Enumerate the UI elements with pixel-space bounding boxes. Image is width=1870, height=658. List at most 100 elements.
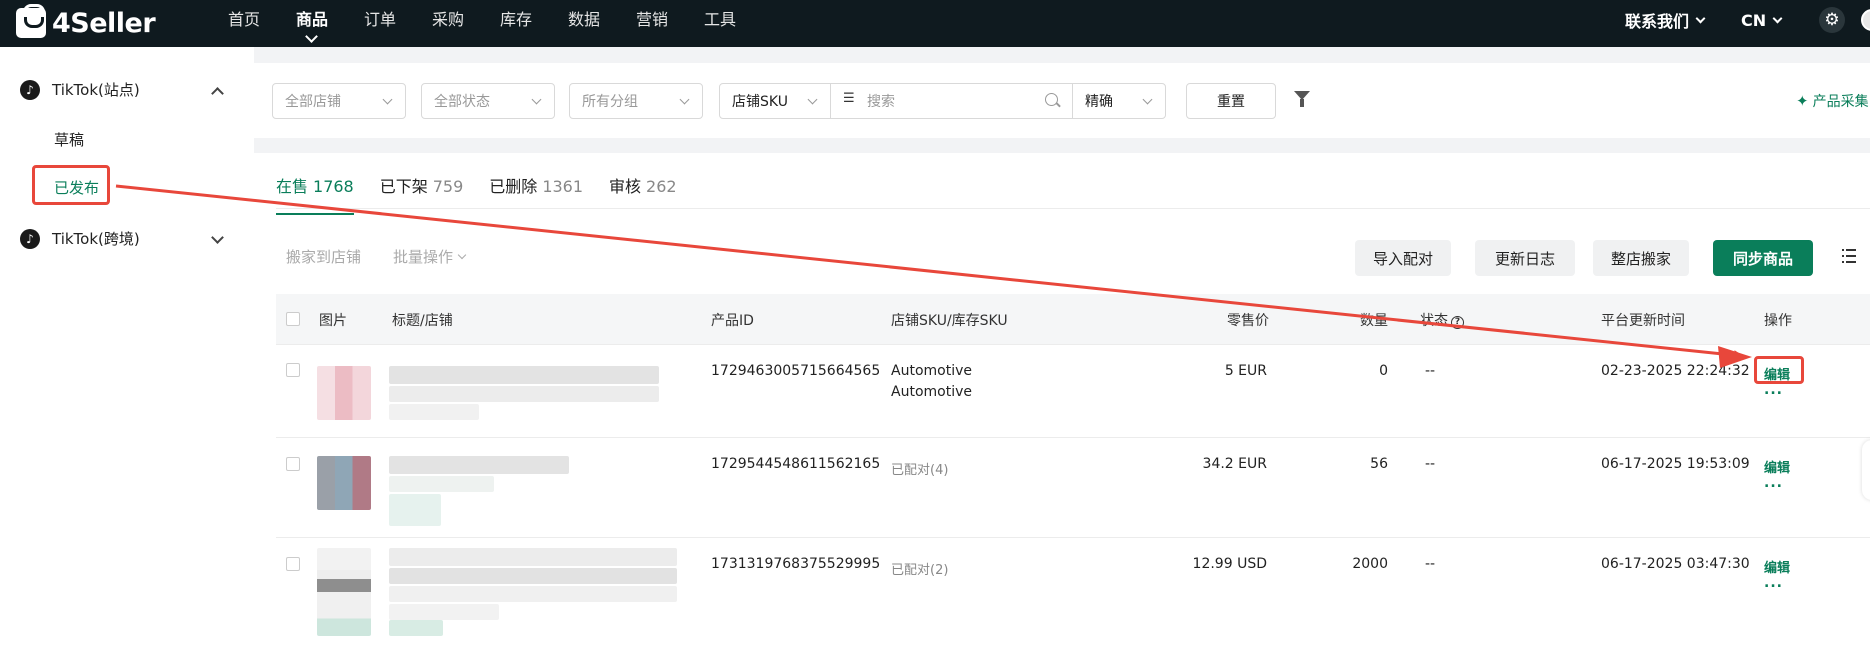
nav-home[interactable]: 首页 <box>210 0 278 47</box>
more-actions[interactable]: ... <box>1764 575 1783 591</box>
sidebar-group-tiktok-crossborder[interactable]: ♪ TikTok(跨境) <box>20 228 140 249</box>
qty-value: 0 <box>1379 363 1388 379</box>
row-divider <box>276 537 1870 538</box>
tab-label: 已下架 <box>379 177 428 196</box>
batch-actions-label: 批量操作 <box>393 248 454 266</box>
tiktok-icon: ♪ <box>20 228 40 249</box>
row-checkbox[interactable] <box>286 363 300 377</box>
edit-link[interactable]: 编辑 <box>1764 557 1790 576</box>
status-value: -- <box>1425 363 1436 379</box>
row-checkbox[interactable] <box>286 557 300 571</box>
price-value: 5 EUR <box>1224 363 1267 379</box>
tabs-divider <box>276 208 1870 209</box>
store-select[interactable]: 全部店铺 <box>272 83 406 119</box>
language-label: CN <box>1741 10 1767 30</box>
search-placeholder: 搜索 <box>867 94 895 110</box>
group-select-value: 所有分组 <box>582 94 638 110</box>
match-mode-select[interactable]: 精确 <box>1072 83 1166 119</box>
product-thumbnail[interactable] <box>317 366 371 420</box>
side-drawer-handle[interactable] <box>1862 440 1870 500</box>
sku-match-status[interactable]: 已配对(2) <box>891 559 948 578</box>
sidebar-group-label: TikTok(站点) <box>52 81 140 99</box>
nav-products[interactable]: 商品 <box>278 0 346 47</box>
chevron-down-icon <box>807 94 818 105</box>
price-value: 12.99 USD <box>1192 556 1267 572</box>
language-menu[interactable]: CN <box>1741 0 1783 40</box>
product-thumbnail[interactable] <box>317 548 371 636</box>
nav-data[interactable]: 数据 <box>550 0 618 47</box>
product-store-redacted <box>389 494 441 526</box>
product-title-redacted <box>389 476 494 492</box>
shopping-bag-icon <box>16 4 46 38</box>
annotation-highlight-box <box>32 165 110 205</box>
sidebar-group-tiktok-site[interactable]: ♪ TikTok(站点) <box>20 79 140 100</box>
group-select[interactable]: 所有分组 <box>569 83 703 119</box>
sku-match-status[interactable]: 已配对(4) <box>891 459 948 478</box>
product-title-redacted <box>389 456 569 474</box>
tab-review[interactable]: 审核 262 <box>609 175 677 215</box>
batch-actions-menu[interactable]: 批量操作 <box>393 246 467 267</box>
product-store-redacted <box>389 604 499 620</box>
qty-value: 56 <box>1370 456 1388 472</box>
status-select[interactable]: 全部状态 <box>421 83 555 119</box>
contact-label: 联系我们 <box>1625 12 1690 31</box>
nav-purchase[interactable]: 采购 <box>414 0 482 47</box>
column-settings-icon[interactable] <box>1842 248 1858 264</box>
tab-delisted[interactable]: 已下架 759 <box>380 175 464 215</box>
sync-products-button[interactable]: 同步商品 <box>1713 240 1813 276</box>
chevron-down-icon <box>382 94 393 105</box>
chevron-down-icon <box>1772 13 1783 23</box>
reset-button[interactable]: 重置 <box>1186 83 1276 119</box>
updated-value: 06-17-2025 03:47:30 <box>1601 556 1750 572</box>
sidebar-item-drafts[interactable]: 草稿 <box>54 129 84 150</box>
tab-on-sale[interactable]: 在售 1768 <box>276 175 354 215</box>
product-title-redacted <box>389 586 677 602</box>
filter-icon[interactable] <box>1294 91 1311 109</box>
store-move-button[interactable]: 整店搬家 <box>1593 240 1689 276</box>
header-updated: 平台更新时间 <box>1601 313 1685 329</box>
tab-deleted[interactable]: 已删除 1361 <box>489 175 583 215</box>
header-status-label: 状态 <box>1420 313 1448 329</box>
search-field-select[interactable]: 店铺SKU <box>719 83 831 119</box>
chevron-up-icon[interactable] <box>211 87 224 100</box>
updated-value: 02-23-2025 22:24:32 <box>1601 363 1750 379</box>
product-title-redacted <box>389 548 677 566</box>
brand-logo[interactable]: 4Seller <box>16 4 156 40</box>
product-store-redacted <box>389 620 443 636</box>
import-match-button[interactable]: 导入配对 <box>1355 240 1451 276</box>
header-qty: 数量 <box>1360 313 1388 329</box>
more-actions[interactable]: ... <box>1764 382 1783 398</box>
search-input[interactable]: 搜索 <box>830 83 1073 119</box>
nav-orders[interactable]: 订单 <box>346 0 414 47</box>
product-collect-button[interactable]: ✦ 产品采集 <box>1796 91 1869 111</box>
select-all-checkbox[interactable] <box>286 312 300 326</box>
nav-marketing[interactable]: 营销 <box>618 0 686 47</box>
product-title-redacted <box>389 366 659 384</box>
update-log-button[interactable]: 更新日志 <box>1475 240 1575 276</box>
more-actions[interactable]: ... <box>1764 475 1783 491</box>
chevron-down-icon <box>1695 13 1706 23</box>
sidebar: ♪ TikTok(站点) 草稿 已发布 ♪ TikTok(跨境) <box>0 47 254 658</box>
tiktok-icon: ♪ <box>20 79 40 100</box>
nav-tools[interactable]: 工具 <box>686 0 754 47</box>
nav-inventory[interactable]: 库存 <box>482 0 550 47</box>
row-divider <box>276 437 1870 438</box>
move-to-store-button[interactable]: 搬家到店铺 <box>286 246 361 267</box>
product-thumbnail[interactable] <box>317 456 371 510</box>
inventory-sku-value: Automotive <box>891 384 972 400</box>
row-divider <box>276 344 1870 345</box>
search-icon[interactable] <box>1045 93 1058 106</box>
contact-menu[interactable]: 联系我们 <box>1625 0 1706 40</box>
product-title-redacted <box>389 568 677 584</box>
product-id: 1729544548611562165 <box>711 456 881 472</box>
row-checkbox[interactable] <box>286 457 300 471</box>
qty-value: 2000 <box>1352 556 1388 572</box>
avatar[interactable] <box>1861 9 1870 31</box>
edit-link[interactable]: 编辑 <box>1764 457 1790 476</box>
annotation-highlight-box <box>1754 356 1804 384</box>
gear-icon[interactable]: ⚙ <box>1819 7 1845 33</box>
search-field-value: 店铺SKU <box>732 94 788 110</box>
help-icon[interactable]: ? <box>1451 316 1464 329</box>
header-image: 图片 <box>319 313 347 329</box>
chevron-down-icon[interactable] <box>211 231 224 244</box>
